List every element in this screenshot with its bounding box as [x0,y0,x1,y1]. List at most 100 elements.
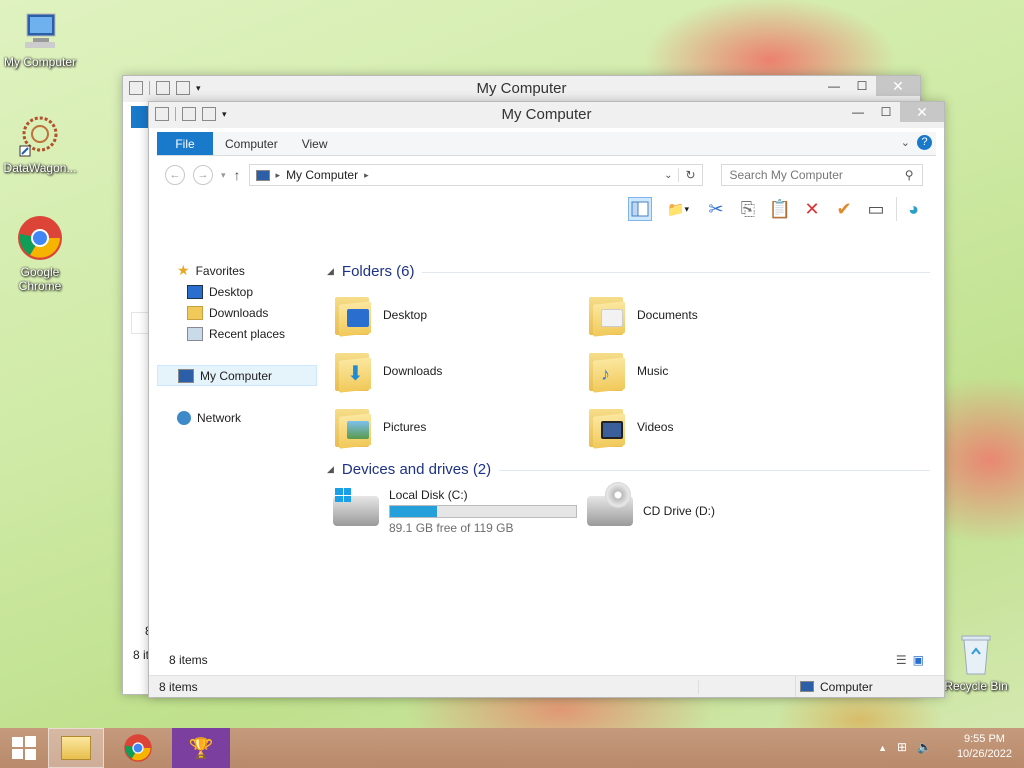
nav-my-computer[interactable]: My Computer [157,365,317,386]
large-icons-view-icon[interactable]: ▣ [913,653,924,667]
forward-button[interactable]: → [193,165,213,185]
address-dropdown-icon[interactable]: ⌄ [664,170,672,181]
close-button[interactable]: ✕ [876,76,920,96]
folder-videos[interactable]: Videos [587,402,841,452]
explorer-window[interactable]: ▾ My Computer — ☐ ✕ File Computer View ⌄… [148,101,945,698]
desktop-icon-datawagon[interactable]: DataWagon... [0,112,80,175]
refresh-icon[interactable]: ↻ [678,168,696,182]
clock-date: 10/26/2022 [956,748,1012,760]
cd-drive-icon [587,482,633,526]
details-view-icon[interactable]: ☰ [896,653,907,667]
drives-grid: Local Disk (C:) 89.1 GB free of 119 GB C… [327,480,930,540]
collapse-icon[interactable]: ◢ [327,464,334,475]
cut-icon[interactable]: ✂ [704,197,728,221]
desktop-icon-label: DataWagon... [3,161,77,175]
drive-cd-d[interactable]: CD Drive (D:) [587,482,841,536]
network-status-icon[interactable]: ⊞ [897,740,907,754]
status-location: Computer [820,679,873,694]
maximize-button[interactable]: ☐ [848,76,876,96]
tab-file[interactable]: File [157,132,213,155]
recycle-bin-icon [958,632,994,676]
maximize-button[interactable]: ☐ [872,102,900,122]
preview-pane-icon[interactable] [628,197,652,221]
nav-label: My Computer [200,368,273,383]
nav-desktop[interactable]: Desktop [157,281,317,302]
start-button[interactable] [0,728,48,768]
title-bar[interactable]: ▾ My Computer — ☐ ✕ [149,102,944,128]
delete-icon[interactable]: ✕ [800,197,824,221]
recent-locations-icon[interactable]: ▾ [221,170,226,181]
help-icon[interactable]: ? [917,135,932,150]
drive-usage-bar [389,504,577,518]
window-title: My Computer [501,106,592,123]
clock[interactable]: 9:55 PM 10/26/2022 [957,732,1012,762]
address-bar[interactable]: ▸ My Computer ▸ ⌄ ↻ [248,164,703,186]
taskbar-file-explorer[interactable] [48,728,104,768]
minimize-button[interactable]: — [844,102,872,122]
chrome-icon [124,734,152,762]
nav-downloads[interactable]: Downloads [157,302,317,323]
status-bar: 8 items ☰ ▣ [157,645,936,675]
desktop-icon-recycle-bin[interactable]: Recycle Bin [936,632,1016,693]
nav-favorites[interactable]: ★ Favorites [157,260,317,281]
close-button[interactable]: ✕ [900,102,944,122]
taskbar: 🏆 ▲ ⊞ 🔈 9:55 PM 10/26/2022 [0,728,1024,768]
tab-computer[interactable]: Computer [213,132,290,155]
paste-icon[interactable]: 📋 [768,197,792,221]
address-row: ← → ▾ ↑ ▸ My Computer ▸ ⌄ ↻ Search My Co… [157,156,936,194]
up-button[interactable]: ↑ [234,167,241,183]
breadcrumb-chevron-icon[interactable]: ▸ [364,170,369,181]
search-box[interactable]: Search My Computer ⚲ [720,164,923,186]
folder-desktop[interactable]: Desktop [333,290,587,340]
back-button[interactable]: ← [165,165,185,185]
drive-usage-fill [390,505,437,517]
star-icon: ★ [177,262,190,278]
copy-icon[interactable]: ⎘ [736,197,760,221]
folder-downloads[interactable]: ⬇ Downloads [333,346,587,396]
window-title: My Computer [476,80,567,97]
search-input[interactable]: Search My Computer [730,168,843,182]
taskbar-trophy-app[interactable]: 🏆 [172,728,230,768]
collapse-icon[interactable]: ◢ [327,266,334,277]
folder-label: Videos [637,420,674,434]
search-icon[interactable]: ⚲ [905,168,914,182]
content-area: ★ Favorites Desktop Downloads Recent pla… [157,254,936,665]
folder-pictures[interactable]: Pictures [333,402,587,452]
group-title: Folders (6) [341,262,415,280]
nav-label: Network [197,410,242,425]
folders-group-header[interactable]: ◢ Folders (6) [327,260,930,282]
back-title-bar[interactable]: ▾ My Computer — ☐ ✕ [123,76,920,102]
datawagon-icon [18,112,62,158]
folder-music[interactable]: ♪ Music [587,346,841,396]
nav-network[interactable]: Network [157,407,317,428]
minimize-button[interactable]: — [820,76,848,96]
nav-label: Recent places [209,326,286,341]
desktop-icon-chrome[interactable]: Google Chrome [0,214,80,293]
check-icon[interactable]: ✔ [832,197,856,221]
breadcrumb[interactable]: My Computer [286,168,358,182]
drive-label: Local Disk (C:) [389,487,468,502]
drive-local-disk-c[interactable]: Local Disk (C:) 89.1 GB free of 119 GB [333,486,587,536]
breadcrumb-chevron-icon[interactable]: ▸ [276,170,281,181]
drive-label: CD Drive (D:) [643,504,715,518]
folder-documents[interactable]: Documents [587,290,841,340]
drives-group-header[interactable]: ◢ Devices and drives (2) [327,458,930,480]
volume-icon[interactable]: 🔈 [917,740,932,754]
show-hidden-icons-icon[interactable]: ▲ [878,740,887,754]
properties-dropdown-icon[interactable]: 📁 ▾ [660,197,696,221]
shell-icon[interactable]: ◕ [896,197,926,221]
folders-grid: Desktop Documents ⬇ Downloads ♪ Music Pi… [327,282,930,456]
nav-label: Downloads [209,305,269,320]
music-folder-icon: ♪ [587,349,627,393]
rename-icon[interactable]: ▭ [864,197,888,221]
trophy-icon: 🏆 [188,737,214,760]
taskbar-chrome[interactable] [110,728,166,768]
nav-recent-places[interactable]: Recent places [157,323,317,344]
pictures-folder-icon [333,405,373,449]
desktop-icon-my-computer[interactable]: My Computer [0,10,80,69]
main-pane: ◢ Folders (6) Desktop Documents ⬇ Downlo… [317,254,936,665]
status-item-count: 8 items [169,653,208,667]
desktop-icon-label: Google Chrome [18,265,62,293]
tab-view[interactable]: View [290,132,340,155]
expand-ribbon-icon[interactable]: ⌄ [901,136,910,149]
